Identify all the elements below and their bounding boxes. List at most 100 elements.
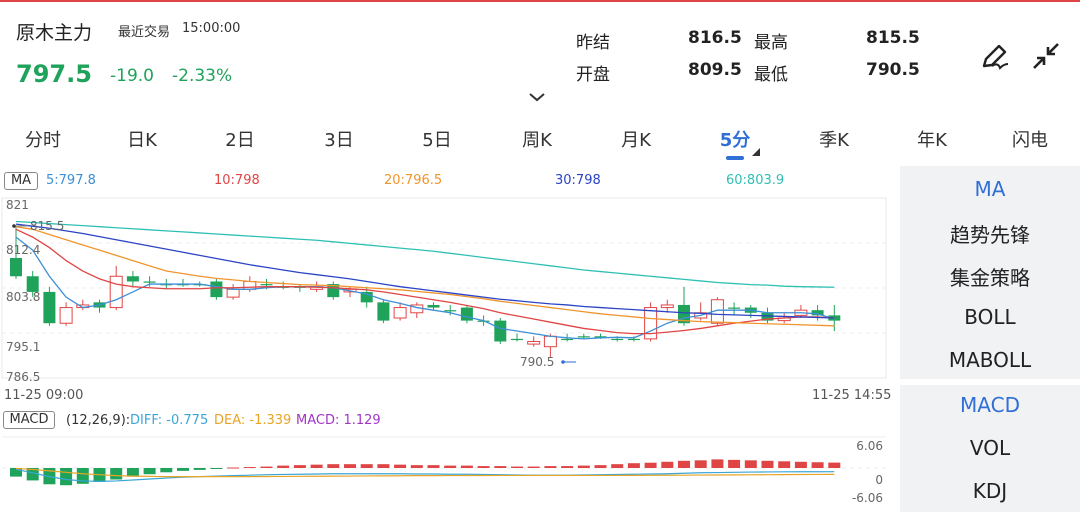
tab-5day[interactable]: 5日 [422, 126, 451, 152]
low-label: 最低 [754, 65, 788, 85]
candle-body [577, 336, 590, 338]
macd-bar [394, 464, 407, 468]
macd-bar [110, 468, 123, 480]
y-tick-label: 812.4 [6, 243, 40, 257]
indicator-macd[interactable]: MACD [900, 393, 1080, 417]
macd-bar [293, 465, 306, 468]
macd-chart[interactable]: 6.06 0 -6.06 [0, 436, 900, 512]
collapse-icon[interactable] [1030, 40, 1062, 72]
macd-bar [728, 459, 741, 468]
quote-header: 原木主力 最近交易 15:00:00 797.5 -19.0 -2.33% 昨结… [0, 0, 1080, 112]
trade-time: 15:00:00 [182, 21, 241, 36]
macd-diff-value: DIFF: -0.775 [130, 413, 209, 428]
open-value: 809.5 [688, 60, 742, 80]
candle-body [143, 281, 156, 283]
indicator-gold-strategy[interactable]: 集金策略 [900, 262, 1080, 291]
candle-body [427, 304, 440, 308]
draw-pen-icon[interactable] [978, 40, 1010, 72]
ma5-value: 5:797.8 [46, 173, 96, 188]
macd-bar [410, 465, 423, 468]
price-change: -19.0 [110, 66, 154, 86]
high-label: 最高 [754, 33, 788, 53]
tab-5min[interactable]: 5分 [720, 126, 751, 152]
tab-day-k[interactable]: 日K [127, 126, 157, 152]
ma20-value: 20:796.5 [384, 173, 443, 188]
candle-body [444, 310, 457, 312]
macd-bar [310, 464, 323, 468]
macd-bar [444, 465, 457, 468]
tab-season-k[interactable]: 季K [819, 126, 849, 152]
tab-year-k[interactable]: 年K [917, 126, 947, 152]
indicator-maboll[interactable]: MABOLL [900, 348, 1080, 372]
indicator-kdj[interactable]: KDJ [900, 479, 1080, 503]
candle-body [728, 307, 741, 309]
candle-body [377, 302, 390, 321]
candle-body [660, 304, 674, 309]
macd-bar [794, 461, 807, 468]
macd-bar [577, 465, 590, 468]
macd-bar [527, 466, 540, 468]
macd-bar [561, 466, 574, 468]
macd-bar [811, 462, 824, 468]
candle-body [527, 340, 541, 345]
chevron-down-icon[interactable] [528, 92, 546, 102]
macd-tick-label: 0 [875, 473, 883, 487]
candle-body [561, 338, 574, 341]
macd-bar [594, 465, 607, 468]
macd-bar [344, 464, 356, 468]
tab-flash[interactable]: 闪电 [1012, 126, 1048, 152]
candle-body [126, 276, 139, 282]
ma30-value: 30:798 [555, 173, 601, 188]
y-tick-label: 786.5 [6, 370, 40, 384]
macd-bar [160, 468, 173, 473]
candle-body [627, 338, 640, 341]
tab-3day[interactable]: 3日 [324, 126, 353, 152]
candle-body [210, 281, 223, 298]
macd-bar [694, 460, 707, 468]
ma10-value: 10:798 [214, 173, 260, 188]
indicator-sidebar: MA 趋势先锋 集金策略 BOLL MABOLL MACD VOL KDJ [900, 166, 1080, 512]
low-marker: 790.5 [520, 355, 576, 369]
macd-bar [277, 465, 290, 468]
dropdown-corner-icon [752, 148, 760, 156]
y-tick-label: 795.1 [6, 340, 40, 354]
indicator-vol[interactable]: VOL [900, 436, 1080, 460]
last-price: 797.5 [16, 60, 92, 88]
macd-tick-label: 6.06 [856, 439, 883, 453]
macd-indicator-chip[interactable]: MACD [3, 411, 55, 429]
y-tick-label: 803.8 [6, 290, 40, 304]
macd-bar [644, 462, 657, 468]
macd-bar [678, 460, 690, 468]
ma-indicator-chip[interactable]: MA [4, 172, 38, 190]
candle-body [109, 275, 123, 309]
indicator-ma[interactable]: MA [900, 177, 1080, 201]
tab-month-k[interactable]: 月K [621, 126, 651, 152]
price-change-pct: -2.33% [172, 66, 233, 86]
low-value: 790.5 [866, 60, 920, 80]
macd-bar [126, 468, 139, 477]
candle-body [243, 280, 257, 290]
macd-bar [427, 465, 440, 468]
kline-chart[interactable]: 821 812.4 803.8 795.1 786.5 815.5 790.5 [0, 194, 900, 384]
low-marker-label: 790.5 [520, 355, 554, 369]
macd-bar [143, 468, 156, 475]
macd-bar [627, 463, 640, 468]
tab-2day[interactable]: 2日 [225, 126, 254, 152]
candle-body [10, 258, 22, 277]
tab-intraday[interactable]: 分时 [25, 126, 61, 152]
period-tabs: 分时 日K 2日 3日 5日 周K 月K 5分 季K 年K 闪电 [0, 112, 1080, 162]
macd-bar [477, 466, 490, 468]
candle-body [543, 335, 557, 348]
macd-bar [260, 466, 273, 468]
high-value: 815.5 [866, 28, 920, 48]
instrument-title: 原木主力 [16, 22, 93, 44]
candle-body [226, 288, 240, 298]
indicator-boll[interactable]: BOLL [900, 305, 1080, 329]
macd-bar [711, 459, 724, 468]
macd-bar [377, 464, 390, 468]
y-tick-label: 821 [6, 198, 29, 212]
indicator-trend-pioneer[interactable]: 趋势先锋 [900, 219, 1080, 248]
macd-bar [744, 460, 757, 468]
tab-week-k[interactable]: 周K [522, 126, 552, 152]
active-tab-indicator [726, 156, 744, 160]
